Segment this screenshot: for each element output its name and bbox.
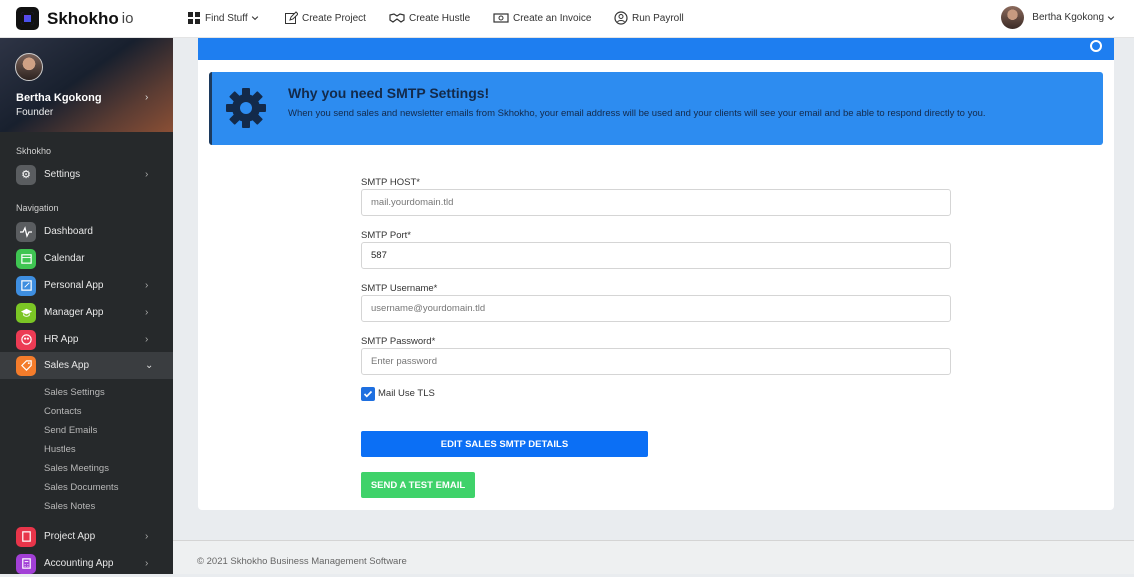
smtp-info-alert: Why you need SMTP Settings! When you sen… [209,72,1103,145]
tls-checkbox[interactable] [361,387,375,401]
brand-logo-icon [16,7,39,30]
sidebar-profile[interactable]: Bertha Kgokong Founder › [0,38,173,132]
tls-checkbox-label[interactable]: Mail Use TLS [378,388,435,399]
chevron-down-icon: ⌄ [145,360,154,371]
sidebar-item-personal-app[interactable]: Personal App › [0,272,173,299]
sidebar-item-label: Project App [44,531,96,542]
nav-create-invoice[interactable]: Create an Invoice [493,11,591,25]
pulse-icon [16,221,36,242]
nav-create-invoice-label: Create an Invoice [513,12,592,24]
section-label-navigation: Navigation [16,203,59,213]
tags-icon [16,355,36,376]
avatar [1001,6,1025,29]
section-label-company: Skhokho [16,146,52,156]
chevron-right-icon: › [145,307,149,318]
smtp-password-label: SMTP Password* [361,336,436,347]
sidebar-item-manager-app[interactable]: Manager App › [0,299,173,326]
sidebar: Bertha Kgokong Founder › Skhokho ⚙ Setti… [0,38,173,574]
chevron-right-icon: › [145,334,149,345]
calculator-icon [16,553,36,574]
user-circle-icon [614,11,628,25]
chevron-right-icon: › [145,558,149,569]
sidebar-item-settings[interactable]: ⚙ Settings › [0,161,173,188]
smtp-username-label: SMTP Username* [361,283,438,294]
nav-find-stuff-label: Find Stuff [205,12,248,24]
calendar-icon [16,248,36,269]
edit-icon [285,11,298,24]
smtp-host-label: SMTP HOST* [361,177,420,188]
submenu-sales-meetings[interactable]: Sales Meetings [44,463,109,474]
card-header-bar [198,38,1114,60]
profile-name: Bertha Kgokong [16,92,102,104]
sidebar-item-hr-app[interactable]: HR App › [0,326,173,353]
brand[interactable]: Skhokho io [16,7,133,30]
footer-copyright: © 2021 Skhokho Business Management Softw… [197,556,407,567]
nav-create-hustle[interactable]: Create Hustle [389,11,470,25]
smtp-host-input[interactable] [361,189,951,216]
avatar [15,53,43,81]
submenu-contacts[interactable]: Contacts [44,406,82,417]
send-test-email-button[interactable]: SEND A TEST EMAIL [361,472,475,498]
nav-create-project[interactable]: Create Project [284,11,366,25]
user-menu-name: Bertha Kgokong [1032,12,1104,23]
money-icon [493,13,509,23]
gear-icon: ⚙ [16,164,36,185]
submenu-send-emails[interactable]: Send Emails [44,425,97,436]
edit-smtp-details-button[interactable]: EDIT SALES SMTP DETAILS [361,431,648,457]
smtp-username-input[interactable] [361,295,951,322]
top-navbar: Skhokho io Find Stuff Create Project Cre… [0,0,1134,38]
submenu-hustles[interactable]: Hustles [44,444,76,455]
chevron-down-icon [1107,15,1115,20]
smtp-password-input[interactable] [361,348,951,375]
gear-icon [226,88,266,128]
submenu-sales-notes[interactable]: Sales Notes [44,501,95,512]
nav-run-payroll[interactable]: Run Payroll [614,11,684,25]
profile-role: Founder [16,107,54,118]
smtp-port-label: SMTP Port* [361,230,411,241]
brand-suffix: io [121,10,134,27]
smtp-settings-card: Why you need SMTP Settings! When you sen… [198,38,1114,510]
smtp-port-input[interactable] [361,242,951,269]
sidebar-item-label: Accounting App [44,558,114,569]
nav-run-payroll-label: Run Payroll [632,12,684,24]
notepad-icon [16,275,36,296]
sidebar-item-sales-app[interactable]: Sales App ⌄ [0,352,173,379]
brand-name: Skhokho [47,8,119,28]
chevron-right-icon: › [145,531,149,542]
graduation-cap-icon [16,302,36,323]
sidebar-item-label: HR App [44,334,79,345]
user-menu[interactable]: Bertha Kgokong [1001,6,1116,29]
project-icon [16,526,36,547]
chevron-right-icon: › [145,169,149,180]
sidebar-item-project-app[interactable]: Project App › [0,523,173,550]
sidebar-item-dashboard[interactable]: Dashboard [0,218,173,245]
submenu-sales-settings[interactable]: Sales Settings [44,387,105,398]
submenu-sales-documents[interactable]: Sales Documents [44,482,118,493]
checkmark-icon [363,390,373,398]
alert-text: When you send sales and newsletter email… [288,108,986,119]
expand-icon[interactable] [1090,40,1102,52]
footer: © 2021 Skhokho Business Management Softw… [173,540,1134,574]
chevron-down-icon [251,16,258,21]
sidebar-item-label: Personal App [44,280,104,291]
nav-create-project-label: Create Project [302,12,366,24]
grid-icon [188,12,200,24]
chevron-right-icon: › [145,92,149,103]
sidebar-item-calendar[interactable]: Calendar [0,245,173,272]
sidebar-item-label: Sales App [44,360,90,371]
users-icon [16,329,36,350]
chevron-right-icon: › [145,280,149,291]
sidebar-item-label: Settings [44,169,81,180]
nav-find-stuff[interactable]: Find Stuff [187,11,264,25]
handshake-icon [389,13,405,23]
alert-title: Why you need SMTP Settings! [288,85,490,101]
sidebar-item-label: Manager App [44,307,104,318]
sidebar-item-accounting-app[interactable]: Accounting App › [0,550,173,577]
sidebar-item-label: Calendar [44,253,85,264]
nav-create-hustle-label: Create Hustle [409,12,471,24]
sidebar-item-label: Dashboard [44,226,93,237]
